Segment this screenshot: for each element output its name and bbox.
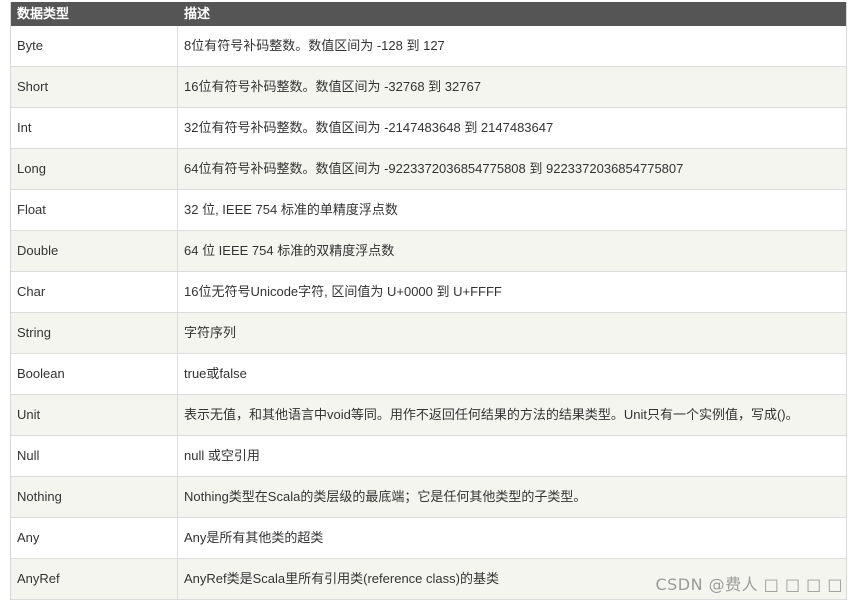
description-cell: 8位有符号补码整数。数值区间为 -128 到 127 (184, 38, 445, 53)
description-cell: 64位有符号补码整数。数值区间为 -9223372036854775808 到 … (184, 161, 684, 176)
description-cell: Any是所有其他类的超类 (184, 530, 324, 545)
type-cell: Unit (11, 395, 178, 435)
table-row: Float 32 位, IEEE 754 标准的单精度浮点数 (11, 190, 846, 231)
type-cell: Nothing (11, 477, 178, 517)
data-types-table: 数据类型 描述 Byte 8位有符号补码整数。数值区间为 -128 到 127 … (10, 2, 847, 600)
table-row: Long 64位有符号补码整数。数值区间为 -92233720368547758… (11, 149, 846, 190)
description-cell: true或false (184, 366, 247, 381)
description-cell: 16位无符号Unicode字符, 区间值为 U+0000 到 U+FFFF (184, 284, 502, 299)
description-cell: Nothing类型在Scala的类层级的最底端；它是任何其他类型的子类型。 (184, 489, 587, 504)
table-row: String 字符序列 (11, 313, 846, 354)
table-row: Null null 或空引用 (11, 436, 846, 477)
type-cell: Boolean (11, 354, 178, 394)
table-row: Char 16位无符号Unicode字符, 区间值为 U+0000 到 U+FF… (11, 272, 846, 313)
type-cell: String (11, 313, 178, 353)
description-cell: 字符序列 (184, 325, 237, 340)
description-cell: null 或空引用 (184, 448, 260, 463)
description-cell: 32 位, IEEE 754 标准的单精度浮点数 (184, 202, 398, 217)
header-description: 描述 (184, 6, 211, 21)
type-cell: Long (11, 149, 178, 189)
type-cell: AnyRef (11, 559, 178, 599)
type-cell: Null (11, 436, 178, 476)
description-cell: 表示无值，和其他语言中void等同。用作不返回任何结果的方法的结果类型。Unit… (184, 407, 799, 422)
table-row: Boolean true或false (11, 354, 846, 395)
table-row: Unit 表示无值，和其他语言中void等同。用作不返回任何结果的方法的结果类型… (11, 395, 846, 436)
header-data-type: 数据类型 (17, 6, 70, 21)
type-cell: Float (11, 190, 178, 230)
table-body: Byte 8位有符号补码整数。数值区间为 -128 到 127 Short 16… (11, 26, 846, 600)
type-cell: Int (11, 108, 178, 148)
description-cell: 64 位 IEEE 754 标准的双精度浮点数 (184, 243, 395, 258)
table-row: Nothing Nothing类型在Scala的类层级的最底端；它是任何其他类型… (11, 477, 846, 518)
type-cell: Double (11, 231, 178, 271)
table-row: Double 64 位 IEEE 754 标准的双精度浮点数 (11, 231, 846, 272)
table-row: Any Any是所有其他类的超类 (11, 518, 846, 559)
description-cell: 32位有符号补码整数。数值区间为 -2147483648 到 214748364… (184, 120, 554, 135)
table-header: 数据类型 描述 (11, 2, 846, 26)
table-row: Int 32位有符号补码整数。数值区间为 -2147483648 到 21474… (11, 108, 846, 149)
table-row: Short 16位有符号补码整数。数值区间为 -32768 到 32767 (11, 67, 846, 108)
type-cell: Any (11, 518, 178, 558)
description-cell: 16位有符号补码整数。数值区间为 -32768 到 32767 (184, 79, 481, 94)
type-cell: Char (11, 272, 178, 312)
table-row: Byte 8位有符号补码整数。数值区间为 -128 到 127 (11, 26, 846, 67)
csdn-watermark: CSDN @费人 □ □ □ □ (655, 575, 843, 594)
type-cell: Short (11, 67, 178, 107)
type-cell: Byte (11, 26, 178, 66)
